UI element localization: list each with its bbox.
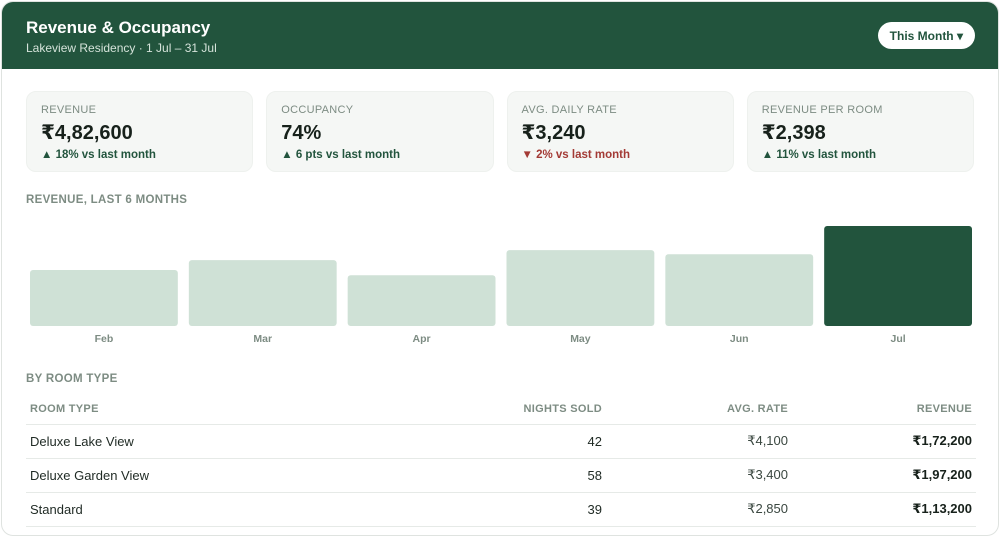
kpi-value: ₹3,240 (521, 122, 586, 144)
kpi-row: REVENUE ₹4,82,600 ▲ 18% vs last month OC… (2, 69, 998, 172)
period-select-button[interactable]: This Month ▾ (877, 22, 975, 49)
bar-jun (665, 254, 814, 326)
revenue-bar-chart: Feb Mar Apr May Jun Jul (30, 226, 972, 345)
kpi-card-adr: AVG. DAILY RATE ₹3,240 ▼ 2% vs last mont… (506, 91, 734, 172)
room-type-cell: Deluxe Garden View (26, 458, 441, 493)
kpi-card-revenue: REVENUE ₹4,82,600 ▲ 18% vs last month (26, 91, 254, 172)
column-header-avg-rate: AVG. RATE (606, 394, 792, 425)
kpi-card-revpar: REVENUE PER ROOM ₹2,398 ▲ 11% vs last mo… (746, 91, 974, 172)
nights-sold-cell: 39 (441, 492, 606, 527)
avg-rate-cell: ₹2,850 (606, 492, 792, 527)
x-tick-label: Feb (95, 333, 114, 345)
kpi-delta: ▲ 18% vs last month (41, 149, 156, 161)
table-row: Deluxe Garden View 58 ₹3,400 ₹1,97,200 (26, 458, 976, 493)
report-header: Revenue & Occupancy Lakeview Residency ·… (2, 2, 998, 69)
x-tick-label: Jun (730, 333, 749, 345)
kpi-delta: ▼ 2% vs last month (521, 149, 631, 161)
table-row: Standard 39 ₹2,850 ₹1,13,200 (26, 492, 976, 527)
revenue-cell: ₹1,13,200 (792, 492, 976, 527)
kpi-label: REVENUE PER ROOM (761, 104, 883, 116)
page-subtitle: Lakeview Residency · 1 Jul – 31 Jul (26, 41, 217, 55)
kpi-value: 74% (281, 122, 322, 144)
avg-rate-cell: ₹3,400 (606, 458, 792, 493)
room-type-table: ROOM TYPE NIGHTS SOLD AVG. RATE REVENUE … (26, 394, 976, 527)
column-header-nights-sold: NIGHTS SOLD (441, 394, 606, 425)
chart-section-title: REVENUE, LAST 6 MONTHS (26, 194, 188, 206)
revenue-chart-container: Feb Mar Apr May Jun Jul (2, 220, 998, 348)
bar-mar (188, 260, 337, 326)
bar-feb (30, 270, 178, 326)
bar-jul (824, 226, 972, 326)
kpi-card-occupancy: OCCUPANCY 74% ▲ 6 pts vs last month (266, 91, 494, 172)
kpi-label: REVENUE (41, 104, 97, 116)
kpi-value: ₹2,398 (761, 122, 826, 144)
room-type-cell: Deluxe Lake View (26, 424, 441, 459)
kpi-label: OCCUPANCY (281, 104, 354, 116)
table-section-title: BY ROOM TYPE (26, 373, 118, 385)
x-tick-label: Apr (413, 333, 431, 345)
column-header-revenue: REVENUE (792, 394, 976, 425)
header-text: Revenue & Occupancy Lakeview Residency ·… (26, 16, 217, 55)
bar-may (506, 250, 655, 326)
table-row: Deluxe Lake View 42 ₹4,100 ₹1,72,200 (26, 424, 976, 459)
room-type-cell: Standard (26, 492, 441, 527)
nights-sold-cell: 42 (441, 424, 606, 459)
revenue-cell: ₹1,72,200 (792, 424, 976, 459)
kpi-delta: ▲ 11% vs last month (761, 149, 877, 161)
x-tick-label: Jul (890, 333, 905, 345)
avg-rate-cell: ₹4,100 (606, 424, 792, 459)
nights-sold-cell: 58 (441, 458, 606, 493)
x-tick-label: Mar (253, 333, 272, 345)
page-title: Revenue & Occupancy (26, 18, 211, 37)
bar-apr (347, 275, 496, 326)
kpi-value: ₹4,82,600 (41, 122, 133, 144)
column-header-room-type: ROOM TYPE (26, 394, 441, 425)
table-header-row: ROOM TYPE NIGHTS SOLD AVG. RATE REVENUE (26, 394, 976, 425)
kpi-label: AVG. DAILY RATE (521, 104, 617, 116)
x-tick-label: May (570, 333, 591, 345)
report-card: Revenue & Occupancy Lakeview Residency ·… (1, 1, 999, 536)
kpi-delta: ▲ 6 pts vs last month (281, 149, 400, 161)
revenue-cell: ₹1,97,200 (792, 458, 976, 493)
